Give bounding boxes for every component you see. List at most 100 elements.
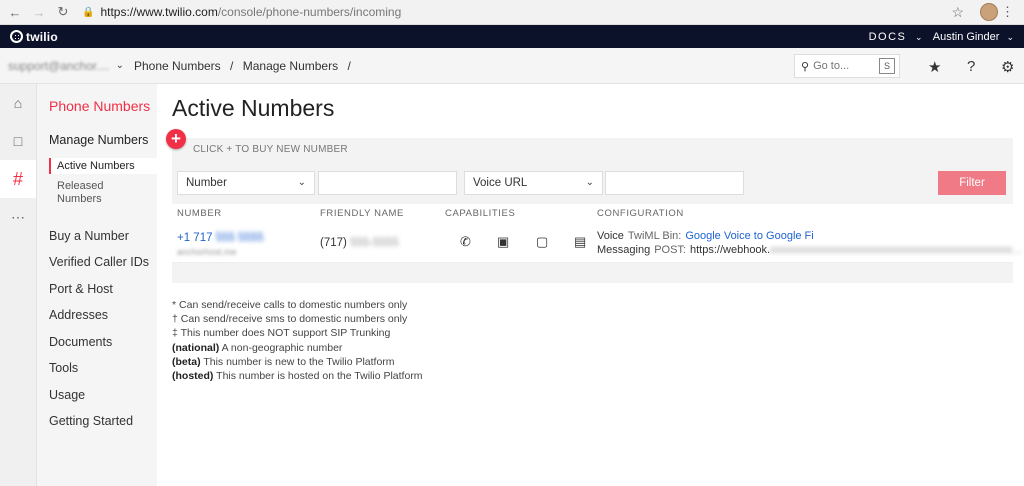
main-content: Active Numbers + CLICK + TO BUY NEW NUMB… (157, 84, 1024, 486)
number-prefix: +1 717 (177, 232, 213, 244)
home-icon[interactable]: ⌂ (0, 84, 36, 122)
column-header-configuration: CONFIGURATION (597, 208, 684, 219)
account-switcher[interactable]: support@anchor.... (8, 59, 110, 73)
back-icon[interactable]: ← (6, 5, 24, 20)
chevron-down-icon: ⌄ (297, 177, 306, 188)
star-icon[interactable]: ☆ (951, 4, 964, 21)
filter-type-value: Voice URL (473, 177, 528, 189)
messaging-kind: POST: (654, 244, 686, 256)
profile-avatar[interactable] (980, 3, 998, 21)
search-input[interactable] (813, 60, 874, 72)
sidebar-item-addresses[interactable]: Addresses (49, 308, 108, 322)
user-menu[interactable]: Austin Ginder ⌄ (933, 31, 1014, 43)
note-mark: ‡ (172, 327, 178, 340)
messaging-url-rest: xxxxxxxxxxxxxxxxxxxxxxxxxxxxxxxxxxxxxxxx… (770, 244, 1022, 256)
number-rest: 555 5555 (215, 232, 264, 244)
chevron-down-icon: ⌄ (585, 177, 594, 188)
column-header-number: NUMBER (177, 208, 222, 219)
keyboard-shortcut-badge: S (879, 58, 895, 74)
url-path: /console/phone-numbers/incoming (217, 5, 402, 19)
breadcrumb-phone-numbers[interactable]: Phone Numbers (134, 59, 221, 73)
table-row: +1 717 555 5555 anchorhost.me (717) 555-… (172, 225, 1021, 263)
user-name: Austin Ginder (932, 30, 1000, 43)
chevron-down-icon: ⌄ (914, 31, 924, 42)
note-item: * Can send/receive calls to domestic num… (172, 298, 423, 312)
sidebar-section-manage-numbers[interactable]: Manage Numbers (49, 133, 148, 147)
friendly-rest: 555-5555 (350, 237, 399, 249)
filter-type-select[interactable]: Voice URL ⌄ (464, 171, 603, 195)
buy-number-hint: CLICK + TO BUY NEW NUMBER (193, 144, 348, 155)
breadcrumb-manage-numbers[interactable]: Manage Numbers (243, 59, 338, 73)
note-mark: (beta) (172, 355, 201, 368)
goto-search[interactable]: ⚲ S (794, 54, 900, 78)
page-title: Active Numbers (172, 95, 335, 121)
note-text: Can send/receive calls to domestic numbe… (179, 299, 408, 311)
twilio-logo[interactable]: twilio (10, 30, 58, 44)
note-text: Can send/receive sms to domestic numbers… (180, 313, 408, 326)
messaging-url: https://webhook. (690, 244, 771, 256)
note-item: † Can send/receive sms to domestic numbe… (172, 312, 423, 326)
note-mark: * (172, 299, 177, 311)
sidebar-item-documents[interactable]: Documents (49, 335, 112, 349)
note-mark: † (172, 313, 178, 326)
note-item: (national) A non-geographic number (172, 341, 423, 355)
filter-field-select[interactable]: Number ⌄ (177, 171, 315, 195)
forward-icon[interactable]: → (30, 5, 48, 20)
voice-label: Voice (597, 230, 624, 242)
chat-icon: ▢ (536, 234, 549, 249)
note-text: This number is new to the Twilio Platfor… (203, 355, 395, 368)
breadcrumb-separator: / (347, 58, 351, 73)
note-item: ‡ This number does NOT support SIP Trunk… (172, 326, 423, 340)
sidebar-item-getting-started[interactable]: Getting Started (49, 414, 133, 428)
add-number-button[interactable]: + (166, 129, 186, 149)
filter-field-value: Number (186, 177, 227, 189)
chevron-down-icon[interactable]: ⌄ (116, 60, 124, 71)
sidebar-item-buy-number[interactable]: Buy a Number (49, 229, 129, 243)
note-text: This number is hosted on the Twilio Plat… (216, 370, 423, 383)
more-icon[interactable]: ⋯ (0, 198, 36, 236)
twiml-bin-link[interactable]: Google Voice to Google Fi (685, 230, 813, 242)
table-footer-strip (172, 263, 1013, 283)
sidebar-item-active-numbers[interactable]: Active Numbers (49, 158, 157, 174)
twilio-top-bar: twilio DOCS ⌄ Austin Ginder ⌄ (0, 25, 1024, 48)
address-bar[interactable]: 🔒 https://www.twilio.com/console/phone-n… (82, 3, 972, 22)
sidebar-item-port-host[interactable]: Port & Host (49, 282, 113, 296)
note-mark: (national) (172, 341, 220, 354)
browser-toolbar: ← → ↻ 🔒 https://www.twilio.com/console/p… (0, 0, 1024, 25)
note-item: (beta) This number is new to the Twilio … (172, 355, 423, 369)
filter-url-input[interactable] (605, 171, 744, 195)
gear-icon[interactable]: ⚙ (1001, 58, 1014, 76)
number-subtitle: anchorhost.me (177, 247, 237, 257)
kebab-icon[interactable]: ⋮ (1001, 4, 1014, 20)
docs-menu[interactable]: DOCS ⌄ (869, 31, 924, 43)
filter-button[interactable]: Filter (938, 171, 1006, 195)
breadcrumb-bar: support@anchor.... ⌄ Phone Numbers / Man… (0, 48, 1024, 84)
sms-icon: ▣ (497, 234, 510, 249)
lock-icon: 🔒 (82, 6, 95, 18)
note-text: A non-geographic number (221, 341, 343, 354)
legend-notes: * Can send/receive calls to domestic num… (172, 298, 423, 383)
messaging-label: Messaging (597, 244, 651, 256)
bug-icon[interactable]: ★ (928, 58, 941, 76)
sidebar-item-usage[interactable]: Usage (49, 388, 85, 402)
sidebar-item-verified-caller-ids[interactable]: Verified Caller IDs (49, 255, 149, 269)
filter-row: Number ⌄ Voice URL ⌄ Filter (172, 164, 1013, 204)
breadcrumb: Phone Numbers / Manage Numbers / (134, 59, 357, 73)
help-icon[interactable]: ? (967, 58, 975, 75)
phone-number-link[interactable]: +1 717 555 5555 (177, 232, 264, 244)
hash-icon[interactable]: # (0, 160, 36, 198)
reload-icon[interactable]: ↻ (54, 4, 72, 20)
product-rail: ⌂ □ # ⋯ (0, 84, 37, 486)
sidebar-item-tools[interactable]: Tools (49, 361, 78, 375)
filter-number-input[interactable] (318, 171, 457, 195)
chat-icon[interactable]: □ (0, 122, 36, 160)
docs-label: DOCS (868, 30, 907, 43)
twilio-logo-icon (10, 30, 23, 43)
note-mark: (hosted) (172, 370, 214, 383)
sidebar-item-released-numbers[interactable]: Released Numbers (57, 180, 137, 206)
sidebar-title[interactable]: Phone Numbers (49, 98, 150, 114)
phone-icon: ✆ (460, 234, 471, 249)
logo-text: twilio (26, 29, 58, 44)
note-item: (hosted) This number is hosted on the Tw… (172, 369, 423, 383)
image-icon: ▤ (574, 234, 587, 249)
